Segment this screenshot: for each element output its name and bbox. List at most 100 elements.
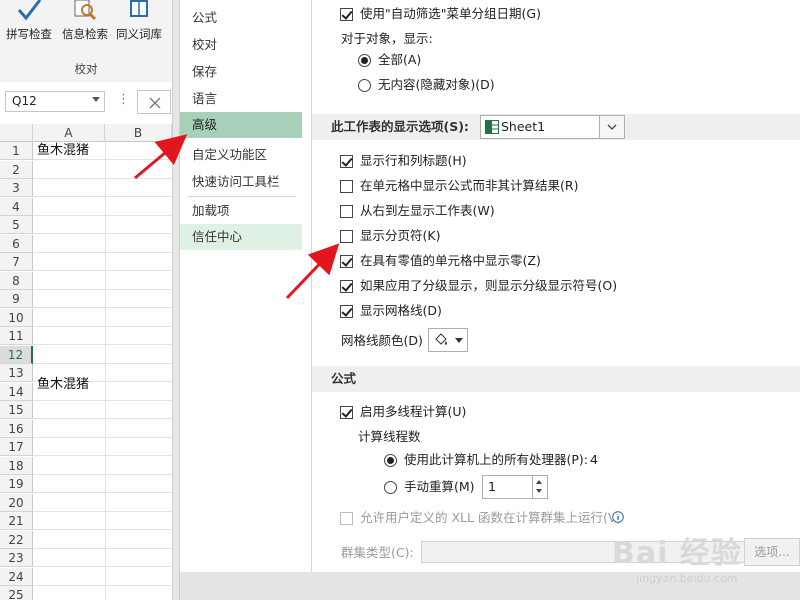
show-outline-checkbox[interactable] bbox=[340, 280, 353, 293]
grid-row[interactable] bbox=[33, 568, 172, 586]
row-header[interactable]: 3 bbox=[0, 179, 33, 197]
grid-row[interactable] bbox=[33, 531, 172, 549]
show-zero-checkbox[interactable] bbox=[340, 255, 353, 268]
objects-label: 对于对象，显示: bbox=[341, 31, 433, 46]
worksheet-grid[interactable]: A B 1 2 3 4 5 6 7 8 9 10 11 12 13 14 15 16 17 18 19 20 21 22 2… bbox=[0, 124, 172, 600]
row-header[interactable]: 4 bbox=[0, 197, 33, 216]
info-icon[interactable] bbox=[612, 511, 624, 523]
nav-item-quick-access-toolbar[interactable]: 快速访问工具栏 bbox=[180, 169, 302, 195]
select-all-corner[interactable] bbox=[0, 124, 33, 142]
row-header[interactable]: 1 bbox=[0, 142, 33, 160]
thread-count-stepper[interactable]: 1 bbox=[482, 475, 548, 499]
sheet-select[interactable]: Sheet1 bbox=[480, 115, 625, 139]
grid-row[interactable] bbox=[33, 290, 172, 308]
grid-row[interactable] bbox=[33, 494, 172, 512]
grid-row[interactable] bbox=[33, 216, 172, 234]
row-header[interactable]: 21 bbox=[0, 512, 33, 530]
manual-radio[interactable] bbox=[384, 481, 397, 494]
stepper-up-icon[interactable] bbox=[536, 480, 542, 484]
grid-row[interactable] bbox=[33, 179, 172, 197]
show-headers-checkbox[interactable] bbox=[340, 155, 353, 168]
cell-a14[interactable]: 鱼木混猪 bbox=[37, 376, 89, 394]
show-formulas-checkbox[interactable] bbox=[340, 180, 353, 193]
grid-row[interactable] bbox=[33, 272, 172, 290]
row-header[interactable]: 9 bbox=[0, 290, 33, 308]
row-header[interactable]: 14 bbox=[0, 382, 33, 401]
grid-row[interactable] bbox=[33, 309, 172, 327]
sheet-select-dropdown[interactable] bbox=[599, 116, 624, 138]
grid-row[interactable] bbox=[33, 586, 172, 600]
row-header[interactable]: 7 bbox=[0, 253, 33, 271]
cell-a1[interactable]: 鱼木混猪 bbox=[37, 142, 89, 160]
thesaurus-label: 同义词库 bbox=[116, 27, 162, 41]
nav-item-proofing[interactable]: 校对 bbox=[180, 32, 302, 58]
row-header[interactable]: 23 bbox=[0, 549, 33, 567]
right-to-left-checkbox[interactable] bbox=[340, 205, 353, 218]
grid-row[interactable] bbox=[33, 549, 172, 567]
chevron-down-icon[interactable] bbox=[92, 97, 100, 102]
row-header[interactable]: 13 bbox=[0, 364, 33, 382]
nav-item-add-ins[interactable]: 加载项 bbox=[180, 198, 302, 224]
row-header[interactable]: 17 bbox=[0, 438, 33, 456]
nav-item-language[interactable]: 语言 bbox=[180, 86, 302, 112]
row-header[interactable]: 18 bbox=[0, 456, 33, 475]
gridline-color-button[interactable] bbox=[428, 328, 468, 352]
thesaurus-button[interactable]: 同义词库 bbox=[112, 0, 166, 44]
show-gridlines-checkbox[interactable] bbox=[340, 305, 353, 318]
grid-row[interactable] bbox=[33, 161, 172, 179]
research-button[interactable]: 信息检索 bbox=[58, 0, 112, 44]
nav-item-trust-center[interactable]: 信任中心 bbox=[180, 224, 302, 250]
row-header[interactable]: 20 bbox=[0, 493, 33, 512]
grid-row[interactable] bbox=[33, 475, 172, 493]
grid-row[interactable] bbox=[33, 198, 172, 216]
row-header[interactable]: 22 bbox=[0, 530, 33, 549]
xll-cluster-checkbox[interactable] bbox=[340, 512, 353, 525]
row-header[interactable]: 6 bbox=[0, 234, 33, 253]
grid-row[interactable] bbox=[33, 235, 172, 253]
grid-row[interactable] bbox=[33, 438, 172, 456]
row-header[interactable]: 8 bbox=[0, 271, 33, 290]
nav-item-save[interactable]: 保存 bbox=[180, 59, 302, 85]
objects-none-radio[interactable] bbox=[358, 79, 371, 92]
group-dates-checkbox[interactable] bbox=[340, 8, 353, 21]
row-header[interactable]: 15 bbox=[0, 401, 33, 419]
grid-row[interactable] bbox=[33, 512, 172, 530]
row-header[interactable]: 25 bbox=[0, 586, 33, 600]
row-header[interactable]: 5 bbox=[0, 216, 33, 234]
row-header[interactable]: 12 bbox=[0, 345, 33, 364]
show-page-breaks-checkbox[interactable] bbox=[340, 230, 353, 243]
cancel-button[interactable] bbox=[137, 90, 171, 114]
grid-row[interactable] bbox=[33, 420, 172, 438]
stepper-arrows[interactable] bbox=[532, 476, 547, 498]
spell-check-icon bbox=[17, 0, 42, 21]
row-header[interactable]: 19 bbox=[0, 475, 33, 493]
spell-check-button[interactable]: 拼写检查 bbox=[2, 0, 56, 44]
row-header[interactable]: 24 bbox=[0, 567, 33, 586]
column-header-b[interactable]: B bbox=[105, 124, 172, 142]
nav-item-formulas[interactable]: 公式 bbox=[180, 5, 302, 31]
sheet-icon bbox=[485, 120, 499, 134]
grid-row[interactable] bbox=[33, 346, 172, 364]
stepper-down-icon[interactable] bbox=[536, 489, 542, 493]
row-header[interactable]: 10 bbox=[0, 308, 33, 327]
nav-item-customize-ribbon[interactable]: 自定义功能区 bbox=[180, 142, 302, 168]
cluster-options-button[interactable]: 选项... bbox=[744, 538, 800, 566]
row-header[interactable]: 11 bbox=[0, 327, 33, 345]
multithread-checkbox[interactable] bbox=[340, 406, 353, 419]
objects-all-radio[interactable] bbox=[358, 54, 371, 67]
nav-item-advanced[interactable]: 高级 bbox=[180, 112, 302, 138]
row-header[interactable]: 16 bbox=[0, 419, 33, 438]
column-header-a[interactable]: A bbox=[33, 124, 105, 142]
sheet-select-value: Sheet1 bbox=[501, 119, 546, 134]
row-header[interactable]: 2 bbox=[0, 160, 33, 179]
grid-row[interactable] bbox=[33, 327, 172, 345]
cluster-type-label: 群集类型(C): bbox=[341, 545, 414, 560]
grid-row[interactable] bbox=[33, 253, 172, 271]
grid-row[interactable] bbox=[33, 457, 172, 475]
name-box[interactable]: Q12 bbox=[5, 91, 105, 112]
grid-row[interactable] bbox=[33, 401, 172, 419]
objects-none-label: 无内容(隐藏对象)(D) bbox=[378, 77, 495, 92]
all-processors-radio[interactable] bbox=[384, 454, 397, 467]
formulas-section-label: 公式 bbox=[331, 371, 357, 386]
watermark-url: jingyan.baidu.com bbox=[636, 572, 738, 585]
